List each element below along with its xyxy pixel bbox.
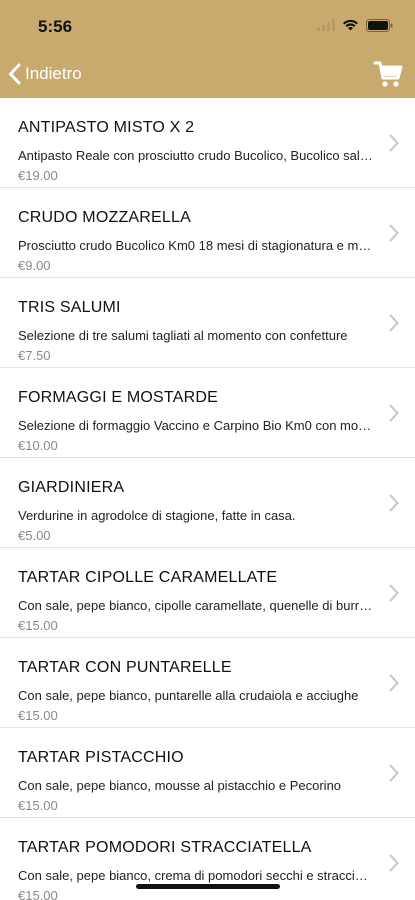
item-description: Con sale, pepe bianco, crema di pomodori… (18, 868, 373, 883)
status-bar: 5:56 (0, 0, 415, 50)
item-title: GIARDINIERA (18, 479, 125, 496)
item-price: €9.00 (18, 258, 51, 273)
item-description: Con sale, pepe bianco, puntarelle alla c… (18, 688, 359, 703)
top-header: 5:56 Indietro (0, 0, 415, 98)
item-price: €7.50 (18, 348, 51, 363)
item-price: €15.00 (18, 798, 58, 813)
item-title: CRUDO MOZZARELLA (18, 209, 191, 226)
list-item[interactable]: GIARDINIERA Verdurine in agrodolce di st… (0, 458, 415, 548)
chevron-left-icon (9, 63, 21, 85)
item-description: Antipasto Reale con prosciutto crudo Buc… (18, 148, 373, 163)
list-item[interactable]: ANTIPASTO MISTO X 2 Antipasto Reale con … (0, 98, 415, 188)
item-price: €15.00 (18, 618, 58, 633)
chevron-right-icon (389, 584, 399, 602)
item-price: €15.00 (18, 708, 58, 723)
list-item[interactable]: TARTAR PISTACCHIO Con sale, pepe bianco,… (0, 728, 415, 818)
wifi-icon (343, 19, 358, 31)
chevron-right-icon (389, 674, 399, 692)
item-title: TARTAR CON PUNTARELLE (18, 659, 232, 676)
list-item[interactable]: TARTAR CON PUNTARELLE Con sale, pepe bia… (0, 638, 415, 728)
chevron-right-icon (389, 764, 399, 782)
status-time: 5:56 (38, 17, 73, 36)
item-description: Con sale, pepe bianco, mousse al pistacc… (18, 778, 342, 793)
chevron-right-icon (389, 494, 399, 512)
shopping-cart-icon (373, 61, 403, 87)
item-price: €5.00 (18, 528, 51, 543)
chevron-right-icon (389, 854, 399, 872)
chevron-right-icon (389, 134, 399, 152)
item-price: €19.00 (18, 168, 58, 183)
signal-icon (317, 19, 335, 31)
item-price: €15.00 (18, 888, 58, 900)
item-title: TARTAR PISTACCHIO (18, 749, 184, 766)
item-title: TARTAR CIPOLLE CARAMELLATE (18, 569, 278, 586)
item-title: FORMAGGI E MOSTARDE (18, 389, 218, 406)
list-item[interactable]: FORMAGGI E MOSTARDE Selezione di formagg… (0, 368, 415, 458)
menu-list: ANTIPASTO MISTO X 2 Antipasto Reale con … (0, 98, 415, 900)
battery-icon (366, 18, 393, 32)
item-description: Con sale, pepe bianco, cipolle caramella… (18, 598, 373, 613)
home-indicator[interactable] (136, 884, 280, 889)
chevron-right-icon (389, 314, 399, 332)
chevron-right-icon (389, 224, 399, 242)
navigation-bar: Indietro (0, 52, 415, 96)
item-description: Selezione di tre salumi tagliati al mome… (18, 328, 348, 343)
item-title: TARTAR POMODORI STRACCIATELLA (18, 839, 312, 856)
cart-button[interactable] (373, 58, 405, 90)
status-icons (317, 17, 393, 33)
list-item[interactable]: CRUDO MOZZARELLA Prosciutto crudo Bucoli… (0, 188, 415, 278)
chevron-right-icon (389, 404, 399, 422)
item-price: €10.00 (18, 438, 58, 453)
back-button[interactable]: Indietro (8, 60, 82, 88)
item-description: Verdurine in agrodolce di stagione, fatt… (18, 508, 296, 523)
list-item[interactable]: TRIS SALUMI Selezione di tre salumi tagl… (0, 278, 415, 368)
back-label: Indietro (25, 64, 82, 83)
item-title: ANTIPASTO MISTO X 2 (18, 119, 195, 136)
list-item[interactable]: TARTAR CIPOLLE CARAMELLATE Con sale, pep… (0, 548, 415, 638)
item-title: TRIS SALUMI (18, 299, 121, 316)
item-description: Prosciutto crudo Bucolico Km0 18 mesi di… (18, 238, 373, 253)
item-description: Selezione di formaggio Vaccino e Carpino… (18, 418, 373, 433)
